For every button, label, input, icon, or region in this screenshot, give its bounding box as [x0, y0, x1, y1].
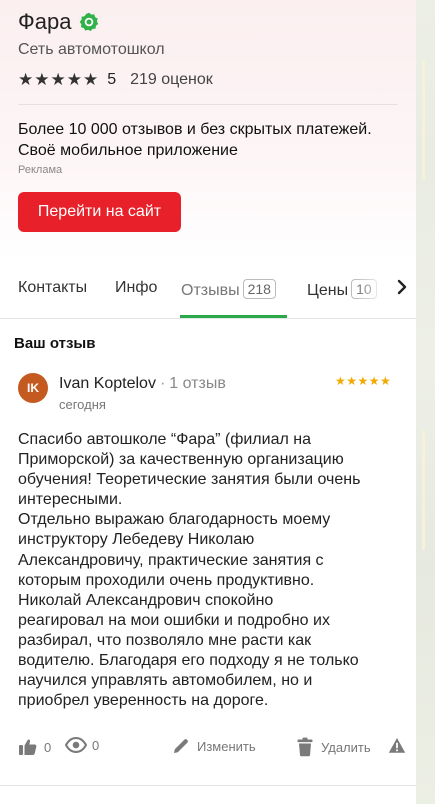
- review-author-meta: 1 отзыв: [169, 375, 226, 392]
- like-button[interactable]: 0: [18, 737, 51, 757]
- separator-dot: ·: [159, 375, 166, 392]
- review-text-line: реагировал на мои ошибки и подробно их: [18, 611, 330, 629]
- tab-contacts[interactable]: Контакты: [18, 279, 87, 297]
- edit-label: Изменить: [197, 738, 256, 754]
- divider: [18, 104, 398, 105]
- ad-label: Реклама: [18, 164, 63, 176]
- avatar-initials: IK: [27, 381, 39, 395]
- tab-reviews[interactable]: Отзывы 218: [181, 279, 276, 300]
- tab-info[interactable]: Инфо: [115, 279, 157, 297]
- review-text-line: разбирал, что позволяло мне расти как: [18, 631, 312, 649]
- business-header: Фара Сеть автомотошкол ★★★★★ 5 219 оцено…: [0, 0, 416, 258]
- tab-label: Контакты: [18, 279, 88, 296]
- views-counter: 0: [65, 737, 99, 753]
- review-text-line: обучения! Теоретические занятия были оче…: [18, 471, 361, 489]
- rating-stars: ★★★★★: [18, 70, 100, 89]
- eye-icon: [65, 737, 87, 753]
- report-button[interactable]: [388, 737, 406, 754]
- warning-icon: [388, 738, 406, 753]
- tab-label: Отзывы: [181, 282, 240, 299]
- tab-label: Цены: [307, 282, 349, 299]
- rating-row[interactable]: ★★★★★ 5 219 оценок: [18, 70, 213, 90]
- title-row: Фара: [18, 9, 99, 35]
- delete-label: Удалить: [321, 739, 371, 755]
- rating-count[interactable]: 219 оценок: [130, 71, 213, 89]
- review-text-line: Спасибо автошколе “Фара” (филиал на: [18, 431, 311, 448]
- review-author-row: Ivan Koptelov · 1 отзыв: [59, 375, 226, 393]
- review-text-line: Приморской) за качественную организацию: [18, 451, 344, 469]
- business-category: Сеть автомотошкол: [18, 41, 165, 58]
- delete-review-button[interactable]: Удалить: [296, 737, 371, 757]
- review-text-line: Николай Александрович спокойно: [18, 591, 274, 609]
- map-road: [422, 430, 425, 550]
- map-background[interactable]: [416, 0, 435, 804]
- review-actions: 0 0 Изменить Удалить: [18, 737, 410, 763]
- review-author[interactable]: Ivan Koptelov: [59, 375, 156, 392]
- review-text-line: водителю. Благодаря его подходу я не тол…: [18, 652, 359, 670]
- divider: [0, 318, 416, 319]
- avatar[interactable]: IK: [18, 373, 48, 403]
- tab-bar: Контакты Инфо Отзывы218 Цены10: [0, 260, 416, 318]
- map-road: [422, 60, 425, 180]
- divider: [0, 785, 416, 786]
- review-text-line: которым проходили очень продуктивно.: [18, 571, 315, 589]
- business-card-panel: Фара Сеть автомотошкол ★★★★★ 5 219 оцено…: [0, 0, 416, 804]
- review-text-line: Александровичу, практические занятия с: [18, 551, 324, 569]
- chevron-right-icon[interactable]: [394, 277, 410, 297]
- review-text: Спасибо автошколе “Фара” (филиал на Прим…: [18, 430, 403, 711]
- business-name: Фара: [18, 9, 72, 34]
- pencil-icon: [174, 739, 188, 753]
- edit-review-button[interactable]: Изменить: [172, 737, 256, 755]
- review-date: сегодня: [59, 397, 106, 412]
- review-text-line: Отдельно выражаю благодарность моему: [18, 511, 331, 529]
- ad-text[interactable]: Более 10 000 отзывов и без скрытых плате…: [18, 119, 388, 161]
- rating-value: 5: [107, 71, 117, 88]
- tab-label: Инфо: [115, 279, 158, 296]
- review-stars: ★★★★★: [335, 374, 392, 388]
- review-text-line: инструктору Лебедеву Николаю: [18, 531, 255, 549]
- tab-fade: [354, 260, 394, 318]
- tab-count-badge: 218: [242, 279, 276, 299]
- verified-badge-icon: [80, 12, 99, 32]
- like-count: 0: [44, 739, 52, 755]
- review-text-line: приобрел уверенность на дороге.: [18, 692, 269, 710]
- section-title: Ваш отзыв: [14, 335, 96, 352]
- review-text-line: научился управлять автомобилем, но и: [18, 672, 313, 690]
- review-text-line: интересными.: [18, 491, 123, 509]
- views-count: 0: [92, 737, 100, 753]
- trash-icon: [297, 737, 313, 757]
- go-to-site-button[interactable]: Перейти на сайт: [18, 192, 181, 232]
- thumbs-up-icon: [19, 739, 37, 755]
